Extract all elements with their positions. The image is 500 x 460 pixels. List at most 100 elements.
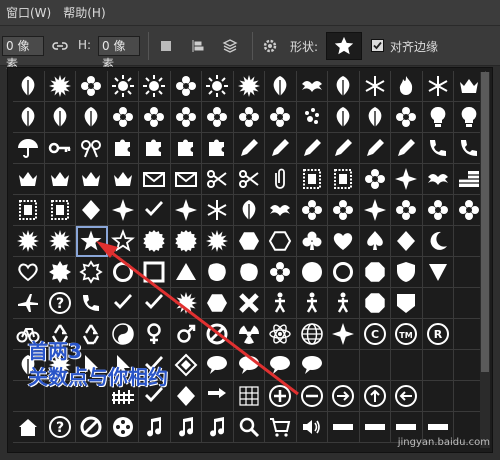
shape-no-circle[interactable] <box>76 412 108 443</box>
shape-stamp[interactable] <box>296 164 328 195</box>
shape-puzzle[interactable] <box>107 133 139 164</box>
shape-blob[interactable] <box>202 257 234 288</box>
shape-circle[interactable] <box>296 257 328 288</box>
shape-globe[interactable] <box>296 319 328 350</box>
shape-registered[interactable]: R <box>422 319 454 350</box>
shape-star-5-point[interactable] <box>76 226 108 257</box>
shape-check-2[interactable] <box>139 288 171 319</box>
shape-floral-4[interactable] <box>391 195 423 226</box>
shape-star-8[interactable] <box>44 257 76 288</box>
shape-star-8-outline[interactable] <box>76 257 108 288</box>
shape-arrow-right-circle[interactable] <box>328 381 360 412</box>
shape-grass[interactable] <box>13 71 45 102</box>
shape-envelope[interactable] <box>139 164 171 195</box>
shape-bar-2[interactable] <box>359 412 391 443</box>
shape-bird[interactable] <box>265 195 297 226</box>
shape-checkmark[interactable] <box>107 288 139 319</box>
shape-airplane[interactable] <box>13 288 45 319</box>
shape-flower-3[interactable] <box>170 102 202 133</box>
shape-ornament[interactable] <box>391 164 423 195</box>
shape-octagon[interactable] <box>359 257 391 288</box>
shape-hexagon-outline[interactable] <box>265 226 297 257</box>
scrollbar[interactable] <box>480 72 490 448</box>
shape-scissors-2[interactable] <box>233 164 265 195</box>
shape-ribbon[interactable] <box>76 133 108 164</box>
shape-frame-2[interactable] <box>44 195 76 226</box>
shape-burst-2[interactable] <box>44 226 76 257</box>
shape-flower-burst[interactable] <box>170 71 202 102</box>
shape-frame[interactable] <box>13 195 45 226</box>
shape-star-outline[interactable] <box>107 226 139 257</box>
shape-starburst[interactable] <box>202 226 234 257</box>
shape-home[interactable] <box>13 412 45 443</box>
shape-speaker[interactable] <box>296 412 328 443</box>
shape-thought[interactable] <box>265 350 297 381</box>
shape-key[interactable] <box>44 133 76 164</box>
shape-ornament-3[interactable] <box>170 195 202 226</box>
shape-heart-outline[interactable] <box>13 257 45 288</box>
shape-leaf-2[interactable] <box>76 102 108 133</box>
shape-leaf-scroll[interactable] <box>233 195 265 226</box>
shape-leaves[interactable] <box>359 102 391 133</box>
shape-umbrella[interactable] <box>13 133 45 164</box>
shape-phone[interactable] <box>422 133 454 164</box>
menu-window[interactable]: 窗口(W) <box>0 0 57 26</box>
shape-lens-flower[interactable] <box>265 102 297 133</box>
shape-bat[interactable] <box>422 164 454 195</box>
shape-grid-pattern[interactable] <box>170 350 202 381</box>
shape-question-box[interactable]: ? <box>44 288 76 319</box>
shape-sun[interactable] <box>107 71 139 102</box>
shape-diamond-2[interactable] <box>170 381 202 412</box>
shape-ornament-2[interactable] <box>107 195 139 226</box>
shape-triangle-down[interactable] <box>422 257 454 288</box>
shape-crown-2[interactable] <box>44 164 76 195</box>
shape-cart[interactable] <box>265 412 297 443</box>
width-field[interactable]: 0 像素 <box>2 36 44 71</box>
shape-copyright[interactable]: C <box>359 319 391 350</box>
gear-icon[interactable] <box>258 34 282 58</box>
shape-puzzle-3[interactable] <box>170 133 202 164</box>
shape-grid[interactable] <box>233 381 265 412</box>
shape-shield[interactable] <box>391 257 423 288</box>
scrollbar-thumb[interactable] <box>481 72 489 372</box>
shape-crown[interactable] <box>13 164 45 195</box>
shape-pencil[interactable] <box>265 133 297 164</box>
shape-male[interactable] <box>170 319 202 350</box>
shape-phone-box[interactable] <box>76 288 108 319</box>
shape-fire[interactable] <box>391 71 423 102</box>
shape-ring[interactable] <box>328 257 360 288</box>
menu-help[interactable]: 帮助(H) <box>57 0 111 26</box>
shape-paperclip[interactable] <box>265 164 297 195</box>
shape-leaf[interactable] <box>44 102 76 133</box>
shape-pen[interactable] <box>233 133 265 164</box>
shape-stamp-2[interactable] <box>328 164 360 195</box>
shape-minus-circle[interactable] <box>296 381 328 412</box>
shape-compass[interactable] <box>328 319 360 350</box>
shape-flower-5[interactable] <box>265 257 297 288</box>
path-align-icon[interactable] <box>186 34 210 58</box>
shape-floral-2[interactable] <box>296 195 328 226</box>
shape-knife[interactable] <box>296 133 328 164</box>
shape-club[interactable] <box>296 226 328 257</box>
shape-sun-burst[interactable] <box>44 71 76 102</box>
shape-search[interactable] <box>233 412 265 443</box>
shape-seal[interactable] <box>139 226 171 257</box>
shape-checker-diamond[interactable] <box>139 195 171 226</box>
shape-music-note-2[interactable] <box>170 412 202 443</box>
shape-envelope-2[interactable] <box>170 164 202 195</box>
shape-bug[interactable] <box>296 71 328 102</box>
shape-wheelchair[interactable] <box>328 288 360 319</box>
shape-couple[interactable] <box>296 288 328 319</box>
shape-hexagon-2[interactable] <box>202 288 234 319</box>
shape-lotus[interactable] <box>391 102 423 133</box>
shape-bar[interactable] <box>328 412 360 443</box>
shape-diamond[interactable] <box>391 226 423 257</box>
shape-tree[interactable] <box>328 71 360 102</box>
shape-speech-2[interactable] <box>233 350 265 381</box>
shape-starburst-2[interactable] <box>170 288 202 319</box>
shape-music-note-3[interactable] <box>202 412 234 443</box>
shape-pen-2[interactable] <box>391 133 423 164</box>
align-edges-checkbox[interactable] <box>371 39 384 52</box>
shape-sun-2[interactable] <box>202 71 234 102</box>
shape-brush[interactable] <box>328 133 360 164</box>
